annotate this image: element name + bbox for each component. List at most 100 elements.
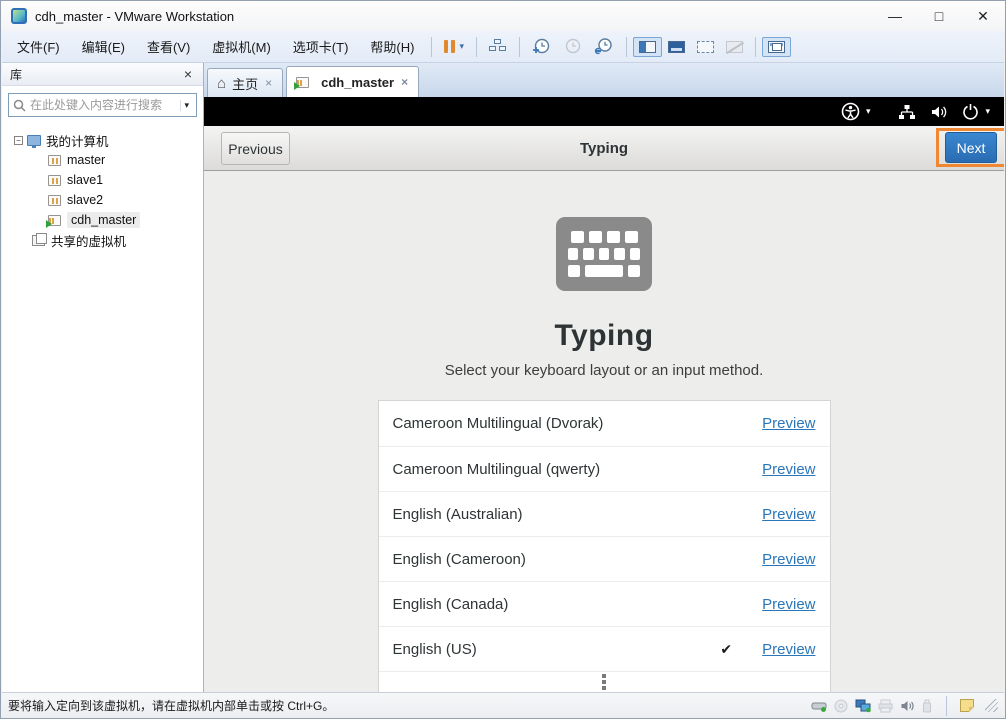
fullscreen-icon xyxy=(696,40,714,53)
tab-close-icon[interactable]: × xyxy=(264,76,273,90)
menu-help[interactable]: 帮助(H) xyxy=(359,32,425,61)
vmware-window: cdh_master - VMware Workstation — □ ✕ 文件… xyxy=(0,0,1006,719)
tab-strip: ⌂ 主页 × cdh_master × xyxy=(204,63,1004,97)
layout-row[interactable]: English (Cameroon) Preview xyxy=(378,536,830,581)
layout-row-selected[interactable]: English (US) ✔ Preview xyxy=(378,626,830,671)
hard-disk-icon[interactable] xyxy=(811,699,827,713)
volume-icon xyxy=(932,106,947,117)
menu-bar: 文件(F) 编辑(E) 查看(V) 虚拟机(M) 选项卡(T) 帮助(H) ▾ xyxy=(2,31,1004,63)
menu-tabs[interactable]: 选项卡(T) xyxy=(282,32,360,61)
tab-cdh-master[interactable]: cdh_master × xyxy=(286,66,420,97)
menu-view[interactable]: 查看(V) xyxy=(136,32,201,61)
tree-node-slave2[interactable]: slave2 xyxy=(2,190,203,210)
system-status-menu[interactable]: ▾ xyxy=(898,103,990,120)
usb-device-icon[interactable] xyxy=(921,699,933,713)
wizard-header-bar: Previous Typing Next xyxy=(204,126,1004,171)
vm-icon xyxy=(48,174,61,186)
cd-drive-icon[interactable] xyxy=(834,699,848,713)
maximize-button[interactable]: □ xyxy=(917,1,961,31)
accessibility-menu[interactable]: ▾ xyxy=(841,102,871,121)
unity-mode-icon xyxy=(725,40,743,53)
send-ctrl-alt-del-button[interactable] xyxy=(483,35,513,58)
page-title: Typing xyxy=(554,319,654,352)
printer-icon[interactable] xyxy=(878,699,893,713)
tree-node-my-computer[interactable]: − 我的计算机 xyxy=(2,130,203,150)
tree-node-slave1[interactable]: slave1 xyxy=(2,170,203,190)
vm-icon xyxy=(48,154,61,166)
tab-home[interactable]: ⌂ 主页 × xyxy=(207,68,284,97)
thumbnail-bar-icon xyxy=(667,40,685,53)
previous-button[interactable]: Previous xyxy=(221,132,290,165)
fullscreen-button[interactable] xyxy=(691,37,720,57)
library-title: 库 xyxy=(10,67,23,82)
search-icon xyxy=(13,99,26,112)
vm-running-icon xyxy=(46,214,61,228)
take-snapshot-button[interactable] xyxy=(526,34,557,59)
resize-grip[interactable] xyxy=(985,699,998,712)
library-close-icon[interactable]: × xyxy=(181,66,195,82)
library-sidebar: 库 × ▾ − 我的计算机 master slave1 xyxy=(2,63,204,692)
power-icon xyxy=(963,104,979,120)
close-button[interactable]: ✕ xyxy=(961,1,1005,31)
preview-link[interactable]: Preview xyxy=(762,596,815,613)
preview-link[interactable]: Preview xyxy=(762,461,815,478)
snapshot-manager-icon xyxy=(594,38,612,55)
home-icon: ⌂ xyxy=(217,74,227,92)
computer-icon xyxy=(27,134,41,148)
chevron-down-icon[interactable]: ▾ xyxy=(459,41,464,52)
layout-row[interactable]: English (Canada) Preview xyxy=(378,581,830,626)
toggle-console-view-button[interactable] xyxy=(761,36,791,57)
search-dropdown-icon[interactable]: ▾ xyxy=(180,99,192,111)
toggle-thumbnail-bar-button[interactable] xyxy=(662,37,691,57)
suspend-vm-button[interactable]: ▾ xyxy=(438,36,470,57)
preview-link[interactable]: Preview xyxy=(762,551,815,568)
vmware-logo-icon xyxy=(11,8,27,24)
layout-row[interactable]: Cameroon Multilingual (Dvorak) Preview xyxy=(379,401,830,446)
status-bar: 要将输入定向到该虚拟机，请在虚拟机内部单击或按 Ctrl+G。 xyxy=(2,692,1004,718)
wizard-bar-title: Typing xyxy=(579,139,629,157)
collapse-icon[interactable]: − xyxy=(14,135,23,145)
page-subtitle: Select your keyboard layout or an input … xyxy=(444,362,764,379)
layout-row[interactable]: Cameroon Multilingual (qwerty) Preview xyxy=(378,446,830,491)
ctrl-alt-del-icon xyxy=(488,39,507,54)
library-search-box[interactable]: ▾ xyxy=(8,93,197,117)
tree-node-master[interactable]: master xyxy=(2,150,203,170)
window-title: cdh_master - VMware Workstation xyxy=(35,8,235,24)
next-button[interactable]: Next xyxy=(945,132,997,163)
status-separator xyxy=(946,695,947,716)
sound-device-icon[interactable] xyxy=(900,699,914,713)
tab-label: cdh_master xyxy=(321,74,395,90)
tree-node-shared-vms[interactable]: 共享的虚拟机 xyxy=(2,230,203,250)
message-log-icon[interactable] xyxy=(960,699,974,712)
menu-edit[interactable]: 编辑(E) xyxy=(71,32,136,61)
library-header: 库 × xyxy=(2,63,203,86)
toolbar-separator xyxy=(625,36,627,57)
tab-close-icon[interactable]: × xyxy=(400,75,409,89)
toggle-library-panel-button[interactable] xyxy=(632,36,662,57)
snapshot-take-icon xyxy=(532,38,550,54)
minimize-button[interactable]: — xyxy=(873,1,917,31)
chevron-down-icon: ▾ xyxy=(865,106,871,116)
toolbar-separator xyxy=(431,36,433,57)
library-panel-icon xyxy=(638,40,656,53)
menu-vm[interactable]: 虚拟机(M) xyxy=(201,32,282,61)
next-button-highlight: Next xyxy=(936,128,1004,167)
shared-vm-icon xyxy=(32,232,47,246)
snapshot-manager-button[interactable] xyxy=(588,34,620,59)
device-status-icons xyxy=(811,695,998,716)
chevron-down-icon: ▾ xyxy=(985,106,990,116)
unity-mode-button xyxy=(720,37,749,57)
preview-link[interactable]: Preview xyxy=(762,415,815,432)
toolbar-separator xyxy=(518,36,520,57)
network-adapter-icon[interactable] xyxy=(855,699,871,713)
more-dots-icon xyxy=(602,674,606,690)
tree-node-cdh-master[interactable]: cdh_master xyxy=(2,210,203,230)
search-input[interactable] xyxy=(26,98,181,112)
preview-link[interactable]: Preview xyxy=(762,506,815,523)
menu-file[interactable]: 文件(F) xyxy=(6,32,71,61)
status-message: 要将输入定向到该虚拟机，请在虚拟机内部单击或按 Ctrl+G。 xyxy=(8,699,335,713)
layout-row[interactable]: English (Australian) Preview xyxy=(378,491,830,536)
vm-tree: − 我的计算机 master slave1 slave2 cdh_master xyxy=(2,124,203,250)
toolbar-separator xyxy=(754,36,756,57)
preview-link[interactable]: Preview xyxy=(762,641,815,658)
